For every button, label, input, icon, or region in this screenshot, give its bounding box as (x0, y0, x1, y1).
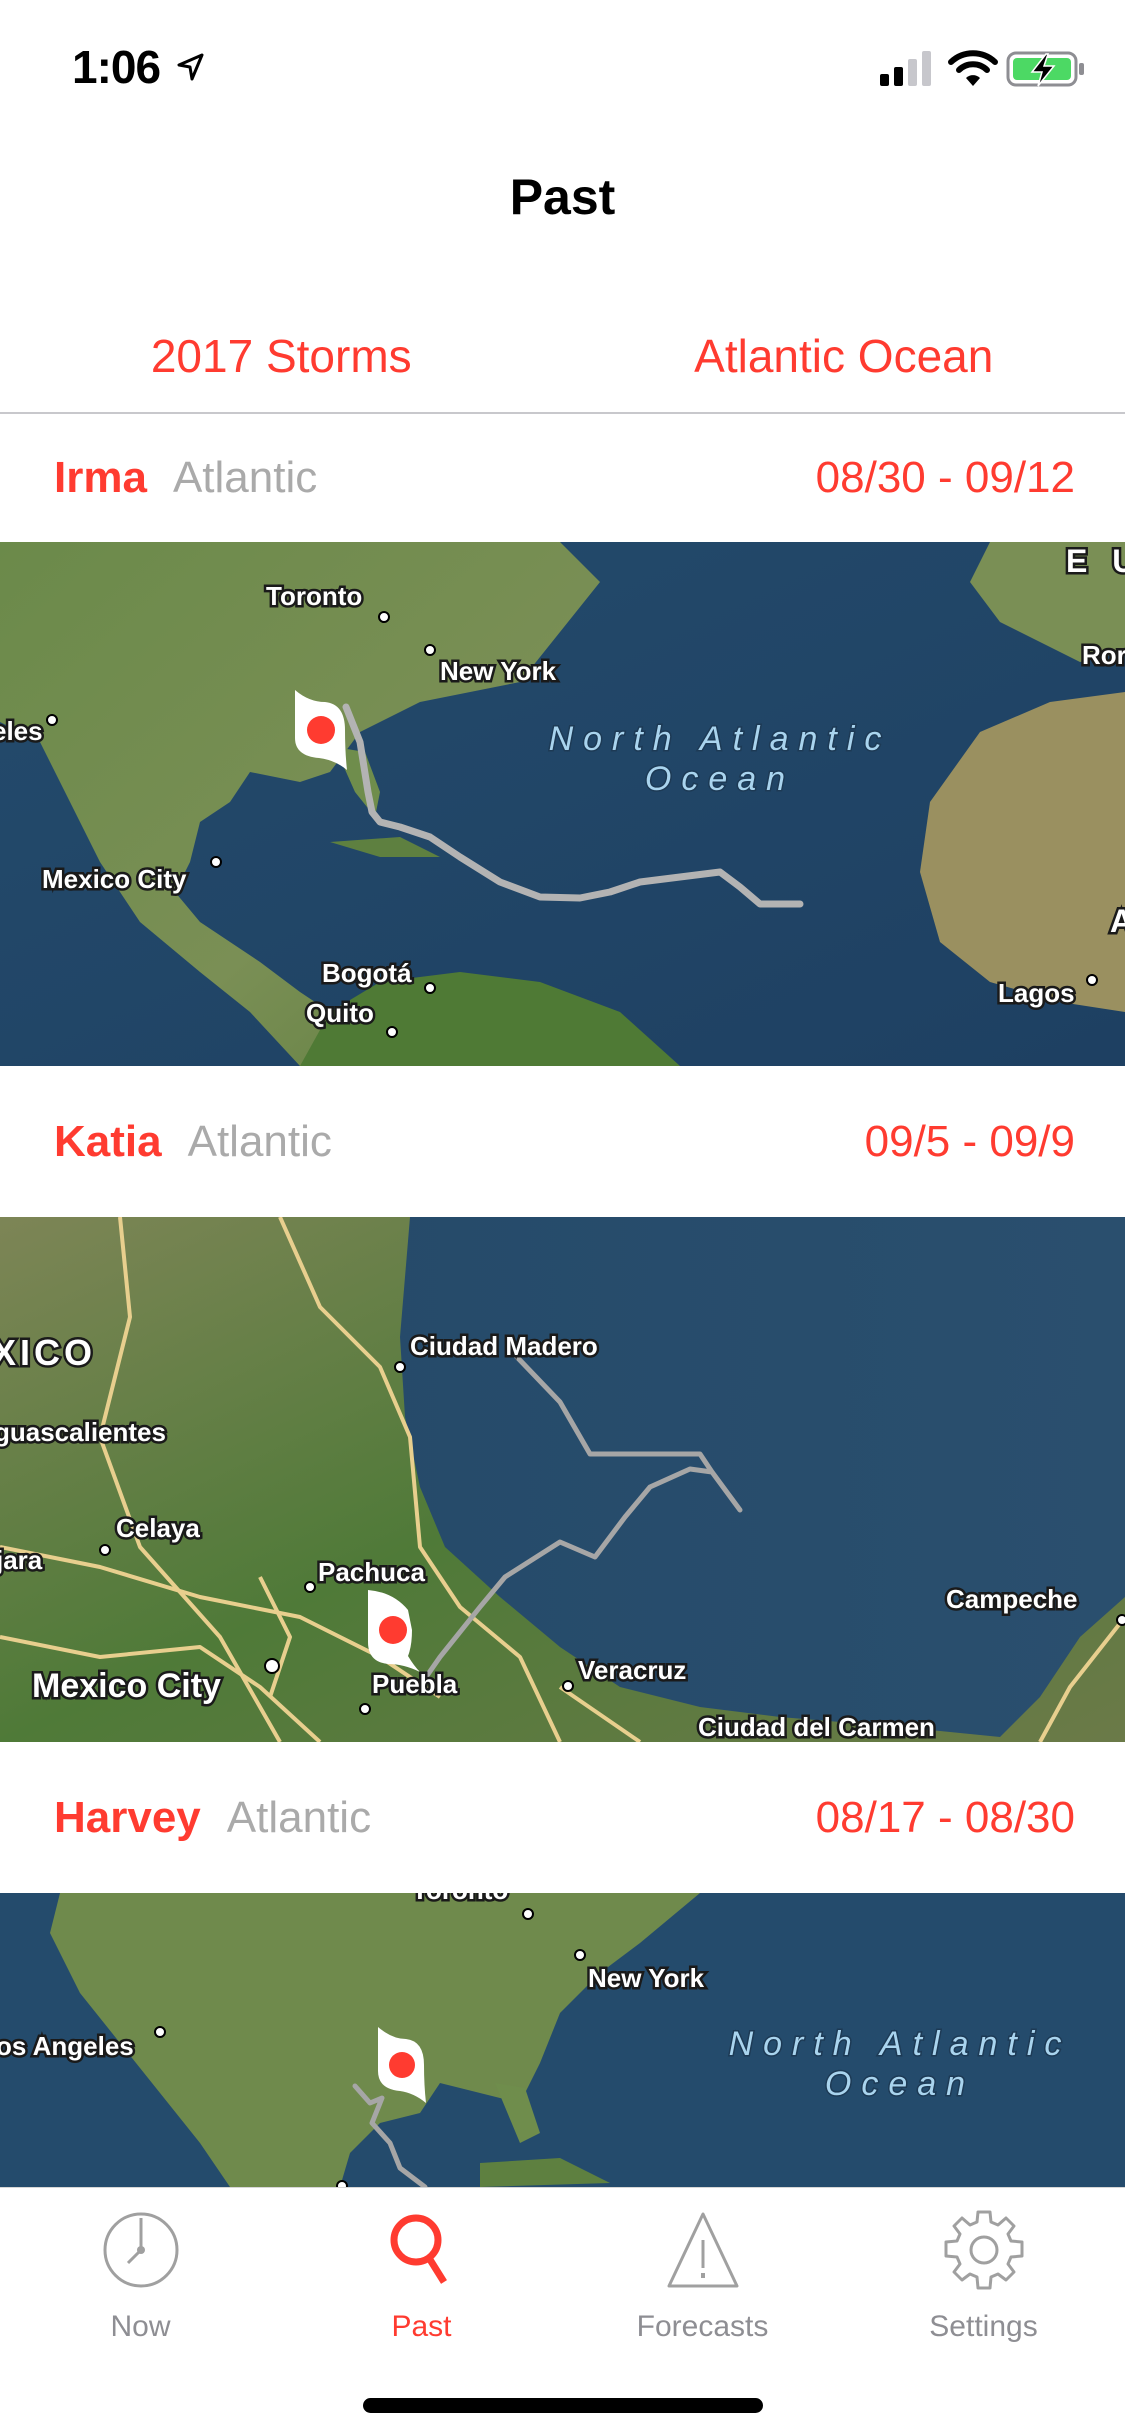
home-indicator[interactable] (363, 2398, 763, 2413)
storm-basin: Atlantic (172, 453, 318, 502)
map-label-los-angeles: os Angeles (0, 2031, 134, 2061)
ocean-label-line2: Ocean (645, 760, 795, 798)
map-label-toronto: Toronto (266, 581, 362, 611)
status-time: 1:06 (72, 41, 161, 93)
storm-dates: 09/5 - 09/9 (864, 1116, 1075, 1166)
tab-label: Now (110, 2310, 171, 2343)
storm-header-katia[interactable]: Katia Atlantic 09/5 - 09/9 (0, 1066, 1125, 1217)
clock-icon (103, 2212, 178, 2288)
tab-label: Past (391, 2310, 452, 2343)
storm-name: Irma (54, 453, 147, 502)
ocean-label-line2: Ocean (825, 2065, 975, 2103)
storm-basin: Atlantic (226, 1792, 372, 1842)
battery-charging-icon (1006, 51, 1084, 87)
page-title: Past (509, 169, 616, 225)
map-label-europe: E U (1066, 543, 1125, 579)
storm-basin: Atlantic (187, 1116, 332, 1166)
map-label-veracruz: Veracruz (578, 1655, 686, 1685)
storm-header-irma[interactable]: Irma Atlantic 08/30 - 09/12 (0, 414, 1125, 542)
map-label-celaya: Celaya (116, 1513, 200, 1543)
storm-header-harvey[interactable]: Harvey Atlantic 08/17 - 08/30 (0, 1742, 1125, 1893)
map-label-rome: Ror (1082, 640, 1125, 670)
warning-triangle-icon (667, 2212, 738, 2288)
map-image: Toronto New York eles Mexico City Bogotá… (0, 542, 1125, 1066)
ocean-label-line1: North Atlantic (549, 720, 892, 758)
gear-icon (944, 2210, 1023, 2290)
map-label-africa: A (1110, 903, 1125, 939)
storm-name: Katia (54, 1116, 162, 1166)
tab-settings[interactable]: Settings (843, 2188, 1124, 2348)
magnifier-icon (390, 2214, 447, 2284)
map-label-new-york: New York (440, 656, 557, 686)
map-label-aguascalientes: guascalientes (0, 1417, 166, 1447)
map-label-quito: Quito (306, 998, 374, 1028)
tab-past[interactable]: Past (281, 2188, 562, 2348)
map-label-puebla: Puebla (372, 1669, 458, 1699)
location-arrow-icon (177, 53, 204, 81)
map-label-lagos: Lagos (998, 978, 1075, 1008)
cellular-signal-icon (880, 51, 931, 86)
storm-name: Harvey (54, 1792, 201, 1842)
year-filter-button[interactable]: 2017 Storms (0, 300, 563, 412)
tab-forecasts[interactable]: Forecasts (562, 2188, 843, 2348)
map-label-los-angeles: eles (0, 716, 43, 746)
map-label-mexico-city: Mexico City (42, 864, 187, 894)
wifi-icon (948, 50, 998, 86)
map-label-ciudad-del-carmen: Ciudad del Carmen (698, 1712, 935, 1742)
map-label-mexico-city: Mexico City (32, 1667, 221, 1705)
map-label-new-york: New York (588, 1963, 705, 1993)
storm-map-irma[interactable]: Toronto New York eles Mexico City Bogotá… (0, 542, 1125, 1066)
storm-map-katia[interactable]: XICO Ciudad Madero guascalientes Celaya … (0, 1217, 1125, 1742)
status-bar: 1:06 (0, 0, 1125, 140)
map-label-campeche: Campeche (946, 1584, 1078, 1614)
map-label-ciudad-madero: Ciudad Madero (410, 1331, 598, 1361)
ocean-label-line1: North Atlantic (729, 2025, 1072, 2063)
tab-now[interactable]: Now (0, 2188, 281, 2348)
map-image: XICO Ciudad Madero guascalientes Celaya … (0, 1217, 1125, 1742)
map-label-pachuca: Pachuca (318, 1557, 425, 1587)
filter-row: 2017 Storms Atlantic Ocean (0, 300, 1125, 412)
storm-map-harvey[interactable]: Toronto New York os Angeles North Atlant… (0, 1893, 1125, 2187)
map-label-bogota: Bogotá (322, 958, 412, 988)
storm-dates: 08/30 - 09/12 (815, 453, 1075, 502)
map-label-guadalajara: jara (0, 1545, 43, 1575)
map-image: Toronto New York os Angeles North Atlant… (0, 1893, 1125, 2187)
tab-label: Settings (929, 2310, 1038, 2343)
tab-label: Forecasts (636, 2310, 769, 2343)
map-label-mexico-country: XICO (0, 1332, 96, 1373)
basin-filter-button[interactable]: Atlantic Ocean (563, 300, 1125, 412)
map-label-toronto: Toronto (412, 1893, 508, 1905)
storm-dates: 08/17 - 08/30 (815, 1792, 1075, 1842)
